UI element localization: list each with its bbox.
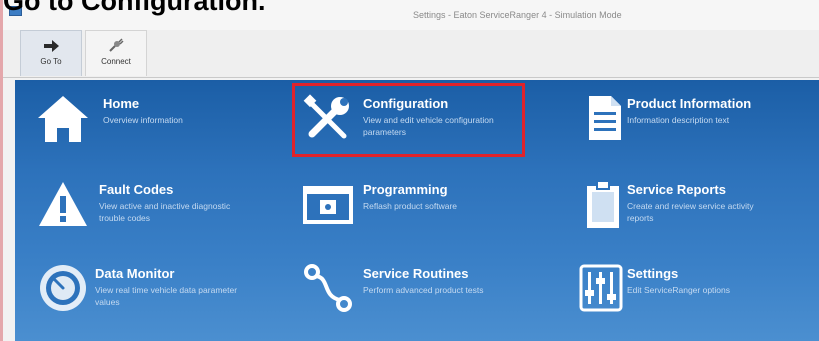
home-icon <box>38 96 88 142</box>
plug-icon <box>109 38 124 52</box>
document-icon <box>589 96 621 140</box>
tile-settings[interactable]: Settings Edit ServiceRanger options <box>575 260 815 330</box>
tile-service-reports-desc: Create and review service activity repor… <box>627 201 754 223</box>
tile-fault-codes[interactable]: Fault Codes View active and inactive dia… <box>35 176 265 246</box>
programming-window-icon <box>303 186 353 224</box>
tile-fault-codes-desc: View active and inactive diagnostic trou… <box>99 201 231 223</box>
tile-service-routines-desc: Perform advanced product tests <box>363 285 484 295</box>
warning-icon <box>39 182 87 226</box>
tile-home-desc: Overview information <box>103 115 183 125</box>
tile-service-routines[interactable]: Service Routines Perform advanced produc… <box>300 260 525 330</box>
tile-service-reports-title: Service Reports <box>627 182 726 197</box>
connect-button[interactable]: Connect <box>85 30 147 76</box>
tile-data-monitor[interactable]: Data Monitor View real time vehicle data… <box>35 260 265 330</box>
go-to-label: Go To <box>40 57 62 66</box>
tile-service-routines-title: Service Routines <box>363 266 469 281</box>
tile-home-title: Home <box>103 96 140 111</box>
connect-label: Connect <box>101 57 131 66</box>
configuration-highlight-box <box>292 83 525 157</box>
tile-programming-desc: Reflash product software <box>363 201 458 211</box>
tile-service-reports[interactable]: Service Reports Create and review servic… <box>575 176 815 246</box>
tile-programming[interactable]: Programming Reflash product software <box>300 176 525 246</box>
tile-data-monitor-title: Data Monitor <box>95 266 175 281</box>
tile-product-information-desc: Information description text <box>627 115 730 125</box>
sliders-icon <box>579 264 623 312</box>
instruction-caption: Go to Configuration. <box>3 0 266 16</box>
ribbon: Go To Connect <box>3 30 819 78</box>
app-window: Settings - Eaton ServiceRanger 4 - Simul… <box>0 0 819 341</box>
go-to-button[interactable]: Go To <box>20 30 82 76</box>
arrow-right-icon <box>44 40 59 52</box>
tile-product-information-title: Product Information <box>627 96 752 111</box>
tile-data-monitor-desc: View real time vehicle data parameter va… <box>95 285 238 307</box>
tile-fault-codes-title: Fault Codes <box>99 182 174 197</box>
tile-settings-title: Settings <box>627 266 679 281</box>
tile-home[interactable]: Home Overview information <box>35 90 265 160</box>
tile-product-information[interactable]: Product Information Information descript… <box>575 90 815 160</box>
routine-icon <box>304 264 352 312</box>
clipboard-icon <box>587 180 619 228</box>
tile-programming-title: Programming <box>363 182 448 197</box>
window-title: Settings - Eaton ServiceRanger 4 - Simul… <box>413 10 622 20</box>
home-tiles-panel: Home Overview information Configuration … <box>15 80 819 341</box>
gauge-icon <box>40 265 86 311</box>
tile-settings-desc: Edit ServiceRanger options <box>627 285 731 295</box>
